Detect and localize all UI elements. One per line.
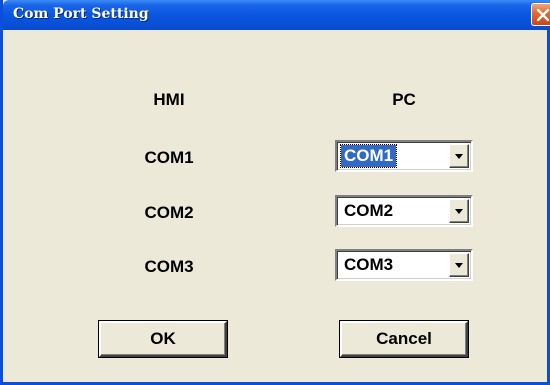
pc-port-select-value: COM2 xyxy=(344,201,394,220)
dropdown-button[interactable] xyxy=(449,253,469,277)
title-bar[interactable]: Com Port Setting xyxy=(3,0,550,30)
hmi-port-label-com2: COM2 xyxy=(144,203,194,222)
cancel-button[interactable]: Cancel xyxy=(340,321,468,357)
close-icon xyxy=(536,8,550,22)
pc-port-select-value: COM1 xyxy=(339,144,398,168)
hmi-port-label-com1: COM1 xyxy=(144,148,194,167)
ok-button[interactable]: OK xyxy=(99,321,227,357)
chevron-down-icon xyxy=(455,209,463,214)
com-port-setting-dialog: Com Port Setting HMI PC COM1 COM1 COM2 C… xyxy=(0,0,550,385)
pc-port-select-value: COM3 xyxy=(344,255,394,274)
pc-port-select-com1[interactable]: COM1 xyxy=(335,140,473,172)
hmi-port-label-com3: COM3 xyxy=(144,257,194,276)
dropdown-button[interactable] xyxy=(449,199,469,223)
hmi-column-header: HMI xyxy=(153,90,185,109)
chevron-down-icon xyxy=(455,154,463,159)
pc-port-select-com3[interactable]: COM3 xyxy=(335,249,473,281)
dropdown-button[interactable] xyxy=(449,144,469,168)
window-title: Com Port Setting xyxy=(13,6,149,22)
close-button[interactable] xyxy=(531,3,550,26)
pc-port-select-com2[interactable]: COM2 xyxy=(335,195,473,227)
pc-column-header: PC xyxy=(392,90,416,109)
chevron-down-icon xyxy=(455,263,463,268)
